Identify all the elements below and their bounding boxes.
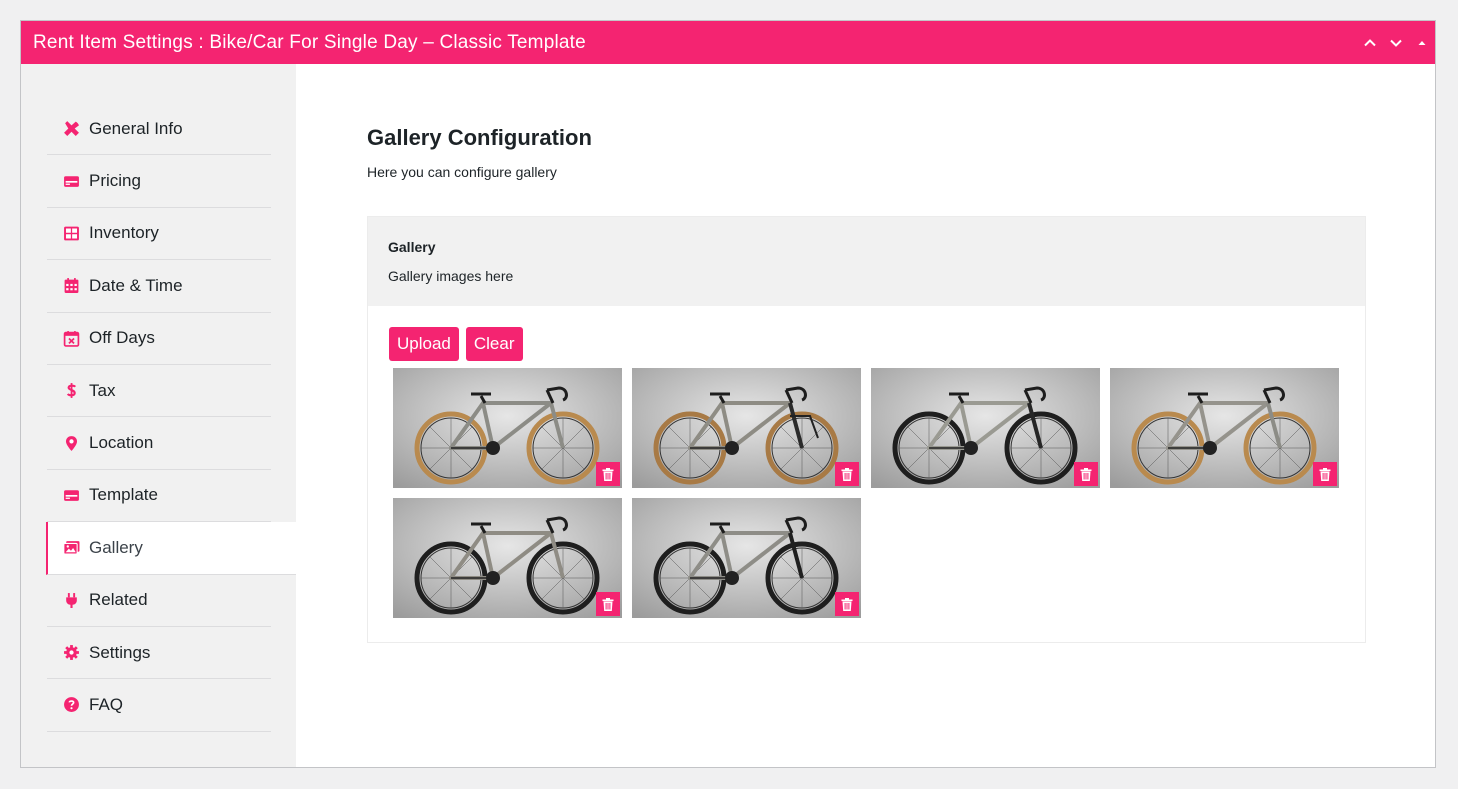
caret-up-icon [1418,40,1426,45]
gallery-description: Gallery images here [388,268,514,284]
bike-photo [393,498,622,618]
sidebar-item-faq[interactable]: FAQ [47,679,271,732]
gallery-thumbnail[interactable] [393,368,622,488]
sidebar-item-pricing[interactable]: Pricing [47,155,271,208]
card-icon [62,172,80,190]
gallery-body: Upload Clear [368,306,1365,642]
sidebar-item-label: Template [89,485,158,505]
sidebar-item-template[interactable]: Template [47,470,271,523]
sidebar-item-label: Tax [89,380,116,400]
gallery-thumbnail[interactable] [632,368,861,488]
trash-icon [602,467,614,481]
calendar-x-icon [62,329,80,347]
trash-icon [1080,467,1092,481]
delete-image-button[interactable] [1074,462,1098,486]
gallery-heading: Gallery [388,239,436,255]
images-icon [62,539,80,557]
bike-photo [871,368,1100,488]
main-content: Gallery Configuration Here you can confi… [296,64,1435,767]
header-actions [1357,21,1435,64]
sidebar-item-date-time[interactable]: Date & Time [47,260,271,313]
clear-button[interactable]: Clear [465,327,523,361]
sidebar-item-off-days[interactable]: Off Days [47,313,271,365]
move-up-button[interactable] [1357,21,1383,64]
sidebar-item-label: General Info [89,118,183,138]
dollar-icon [62,382,80,400]
sidebar-item-related[interactable]: Related [47,575,271,627]
sidebar-item-tax[interactable]: Tax [47,365,271,418]
chevron-down-icon [1390,39,1402,47]
panel-header: Rent Item Settings : Bike/Car For Single… [21,21,1435,64]
sidebar-item-label: Date & Time [89,275,183,295]
gallery-actions: Upload Clear [389,327,1365,361]
grid-icon [62,224,80,242]
card-icon [62,486,80,504]
plug-icon [62,591,80,609]
upload-button[interactable]: Upload [389,327,459,361]
sidebar-item-settings[interactable]: Settings [47,627,271,680]
bike-photo [632,368,861,488]
map-pin-icon [62,434,80,452]
trash-icon [602,597,614,611]
gallery-thumbnail[interactable] [1110,368,1339,488]
settings-panel: Rent Item Settings : Bike/Car For Single… [20,20,1436,768]
bike-photo [632,498,861,618]
gear-icon [62,644,80,662]
collapse-toggle-button[interactable] [1409,21,1435,64]
question-circle-icon [62,696,80,714]
sidebar-item-label: Off Days [89,328,155,348]
sidebar-item-label: Location [89,433,154,453]
sidebar-item-label: Settings [89,642,151,662]
gallery-thumbnail[interactable] [871,368,1100,488]
delete-image-button[interactable] [1313,462,1337,486]
bike-photo [393,368,622,488]
move-down-button[interactable] [1383,21,1409,64]
sidebar-item-general-info[interactable]: General Info [47,103,271,156]
calendar-icon [62,277,80,295]
sidebar-item-label: Related [89,590,148,610]
delete-image-button[interactable] [596,462,620,486]
delete-image-button[interactable] [835,592,859,616]
trash-icon [1319,467,1331,481]
panel-title: Rent Item Settings : Bike/Car For Single… [33,31,586,53]
delete-image-button[interactable] [596,592,620,616]
trash-icon [841,467,853,481]
page-subtitle: Here you can configure gallery [367,164,557,180]
sidebar-item-inventory[interactable]: Inventory [47,208,271,261]
sidebar-item-location[interactable]: Location [47,417,271,470]
gallery-section: Gallery Gallery images here Upload Clear [367,216,1366,643]
gallery-thumbnail[interactable] [393,498,622,618]
gallery-thumbnails [393,368,1365,618]
gallery-thumbnail[interactable] [632,498,861,618]
delete-image-button[interactable] [835,462,859,486]
sidebar-item-label: Inventory [89,223,159,243]
tools-icon [62,120,80,138]
chevron-up-icon [1364,38,1376,46]
gallery-header: Gallery Gallery images here [368,217,1365,306]
trash-icon [841,597,853,611]
sidebar-item-label: Gallery [89,537,143,557]
sidebar-item-gallery[interactable]: Gallery [46,522,296,575]
page-title: Gallery Configuration [367,125,592,150]
sidebar-item-label: Pricing [89,171,141,191]
sidebar-item-label: FAQ [89,694,124,714]
settings-sidebar: General Info Pricing Inventory Date & Ti… [21,64,296,767]
bike-photo [1110,368,1339,488]
